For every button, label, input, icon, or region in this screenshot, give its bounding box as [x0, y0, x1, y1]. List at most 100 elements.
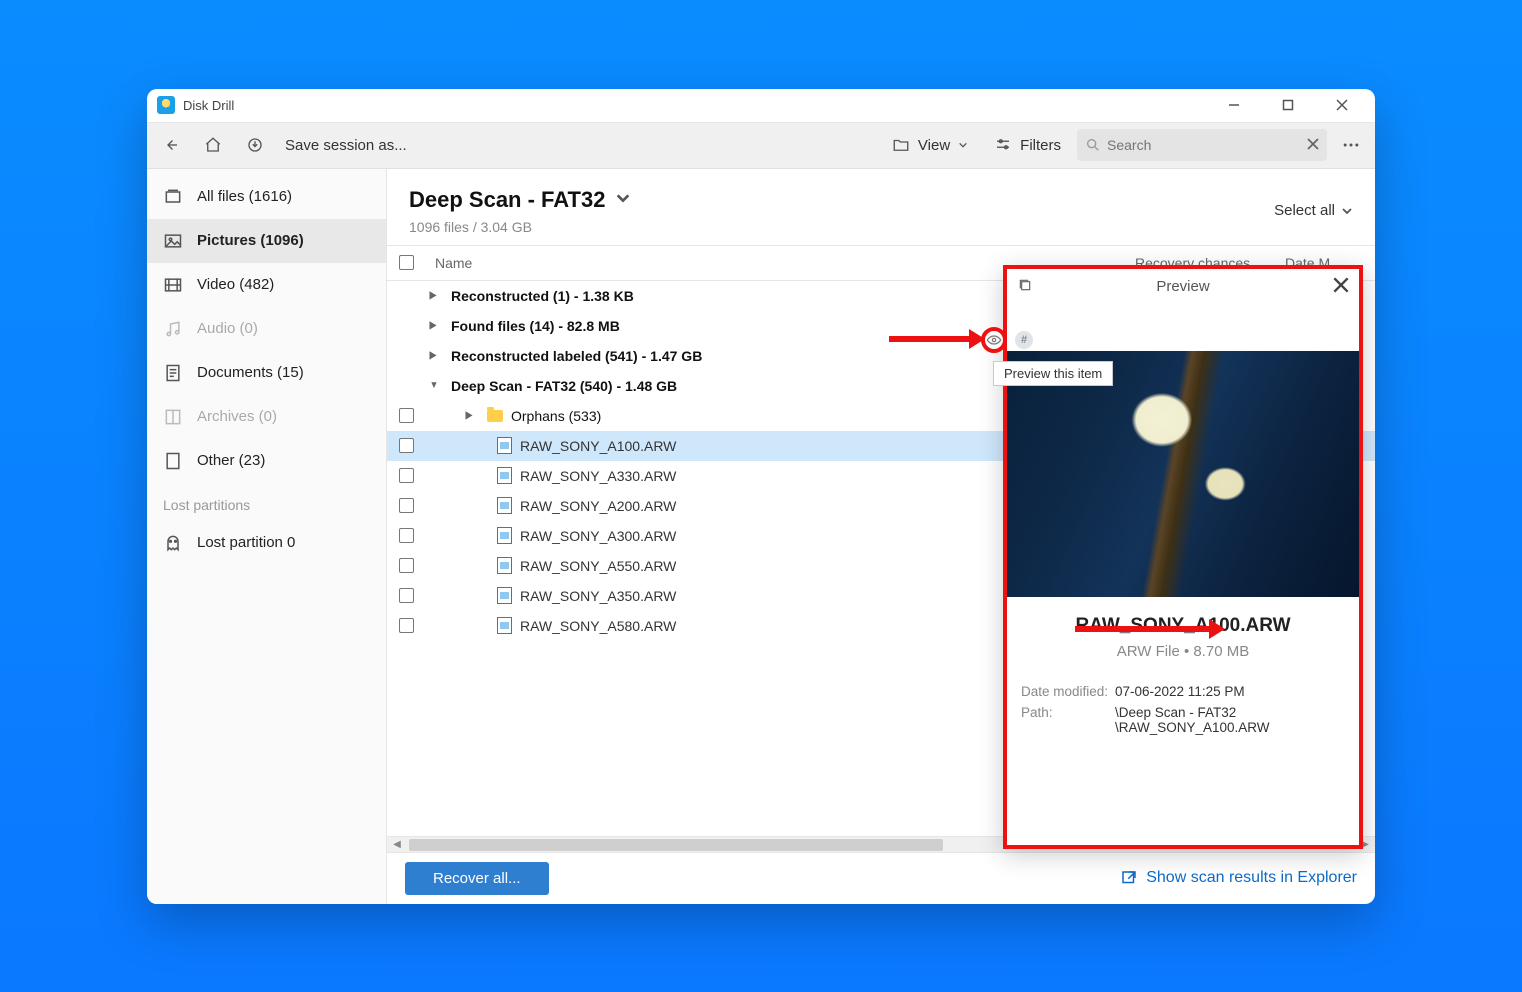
sidebar-item-lost-partition[interactable]: Lost partition 0 [147, 521, 386, 565]
open-external-icon [1120, 869, 1138, 887]
image-file-icon [497, 557, 512, 574]
hex-view-icon[interactable]: # [1015, 331, 1033, 349]
main-header: Deep Scan - FAT32 1096 files / 3.04 GB S… [387, 169, 1375, 245]
image-file-icon [497, 497, 512, 514]
sidebar: All files (1616) Pictures (1096) Video (… [147, 169, 387, 904]
save-session-label[interactable]: Save session as... [285, 137, 407, 154]
annotation-arrow [889, 329, 985, 349]
title-dropdown[interactable] [615, 190, 631, 209]
file-name: RAW_SONY_A550.ARW [520, 558, 676, 574]
preview-title: Preview [1033, 278, 1333, 295]
folder-icon [487, 410, 503, 422]
sidebar-item-label: Documents (15) [197, 364, 304, 381]
sidebar-item-label: Lost partition 0 [197, 534, 295, 551]
chevron-right-icon[interactable] [429, 320, 443, 331]
header-checkbox[interactable] [399, 255, 414, 270]
app-icon [157, 96, 175, 114]
folder-label: Orphans (533) [511, 408, 601, 424]
preview-panel: Preview RAW_SONY_A100.ARW ARW File • 8.7… [1003, 265, 1363, 849]
sliders-icon [994, 136, 1012, 154]
image-file-icon [497, 437, 512, 454]
preview-image [1007, 351, 1359, 597]
pv-path-value-2: \RAW_SONY_A100.ARW [1115, 720, 1345, 735]
row-checkbox[interactable] [399, 408, 414, 423]
close-window-button[interactable] [1319, 90, 1365, 120]
pv-path-key: Path: [1021, 705, 1115, 735]
image-file-icon [497, 587, 512, 604]
row-checkbox[interactable] [399, 438, 414, 453]
footer: Recover all... Show scan results in Expl… [387, 852, 1375, 904]
search-box[interactable] [1077, 129, 1327, 161]
save-session-icon[interactable] [237, 127, 273, 163]
file-name: RAW_SONY_A100.ARW [520, 438, 676, 454]
chevron-down-icon [958, 140, 968, 150]
page-subtitle: 1096 files / 3.04 GB [409, 219, 631, 235]
maximize-button[interactable] [1265, 90, 1311, 120]
select-all-button[interactable]: Select all [1274, 202, 1353, 219]
chevron-right-icon[interactable] [465, 410, 479, 421]
sidebar-item-label: Pictures (1096) [197, 232, 304, 249]
group-label: Found files (14) - 82.8 MB [451, 318, 620, 334]
music-icon [163, 319, 183, 339]
search-input[interactable] [1107, 137, 1301, 153]
sidebar-item-pictures[interactable]: Pictures (1096) [147, 219, 386, 263]
sidebar-item-all[interactable]: All files (1616) [147, 175, 386, 219]
minimize-button[interactable] [1211, 90, 1257, 120]
file-icon [163, 451, 183, 471]
chevron-down-icon [1341, 205, 1353, 217]
sidebar-item-label: All files (1616) [197, 188, 292, 205]
page-title: Deep Scan - FAT32 [409, 187, 605, 213]
image-file-icon [497, 527, 512, 544]
chevron-right-icon[interactable] [429, 350, 443, 361]
stack-icon [163, 187, 183, 207]
clear-search-icon[interactable] [1307, 137, 1319, 153]
ghost-icon [163, 533, 183, 553]
annotation-arrow [1075, 617, 1225, 641]
scroll-thumb[interactable] [409, 839, 943, 851]
main-area: Deep Scan - FAT32 1096 files / 3.04 GB S… [387, 169, 1375, 904]
file-name: RAW_SONY_A330.ARW [520, 468, 676, 484]
preview-tooltip: Preview this item [993, 361, 1113, 386]
row-checkbox[interactable] [399, 558, 414, 573]
row-checkbox[interactable] [399, 498, 414, 513]
popout-icon[interactable] [1017, 277, 1033, 296]
app-window: Disk Drill Save session as... View [147, 89, 1375, 904]
recover-all-button[interactable]: Recover all... [405, 862, 549, 895]
sidebar-item-other[interactable]: Other (23) [147, 439, 386, 483]
scroll-left-icon[interactable]: ◀ [389, 837, 405, 853]
folder-icon [892, 136, 910, 154]
row-checkbox[interactable] [399, 588, 414, 603]
sidebar-item-label: Audio (0) [197, 320, 258, 337]
group-label: Reconstructed labeled (541) - 1.47 GB [451, 348, 702, 364]
sidebar-item-video[interactable]: Video (482) [147, 263, 386, 307]
back-button[interactable] [153, 127, 189, 163]
preview-close-icon[interactable] [1333, 277, 1349, 296]
row-checkbox[interactable] [399, 528, 414, 543]
chevron-down-icon[interactable] [429, 380, 443, 391]
file-name: RAW_SONY_A350.ARW [520, 588, 676, 604]
sidebar-item-documents[interactable]: Documents (15) [147, 351, 386, 395]
more-button[interactable] [1333, 127, 1369, 163]
image-icon [163, 231, 183, 251]
film-icon [163, 275, 183, 295]
view-label: View [918, 137, 950, 154]
sidebar-item-label: Archives (0) [197, 408, 277, 425]
row-checkbox[interactable] [399, 468, 414, 483]
sidebar-item-archives[interactable]: Archives (0) [147, 395, 386, 439]
document-icon [163, 363, 183, 383]
file-name: RAW_SONY_A300.ARW [520, 528, 676, 544]
chevron-right-icon[interactable] [429, 290, 443, 301]
home-button[interactable] [195, 127, 231, 163]
show-in-explorer-link[interactable]: Show scan results in Explorer [1120, 869, 1357, 887]
toolbar: Save session as... View Filters [147, 123, 1375, 169]
pv-path-value-1: \Deep Scan - FAT32 [1115, 705, 1345, 720]
image-file-icon [497, 467, 512, 484]
window-title: Disk Drill [183, 98, 234, 113]
select-all-label: Select all [1274, 202, 1335, 219]
sidebar-item-audio[interactable]: Audio (0) [147, 307, 386, 351]
explorer-label: Show scan results in Explorer [1146, 869, 1357, 887]
row-checkbox[interactable] [399, 618, 414, 633]
view-dropdown[interactable]: View [882, 127, 978, 163]
archive-icon [163, 407, 183, 427]
filters-button[interactable]: Filters [984, 127, 1071, 163]
